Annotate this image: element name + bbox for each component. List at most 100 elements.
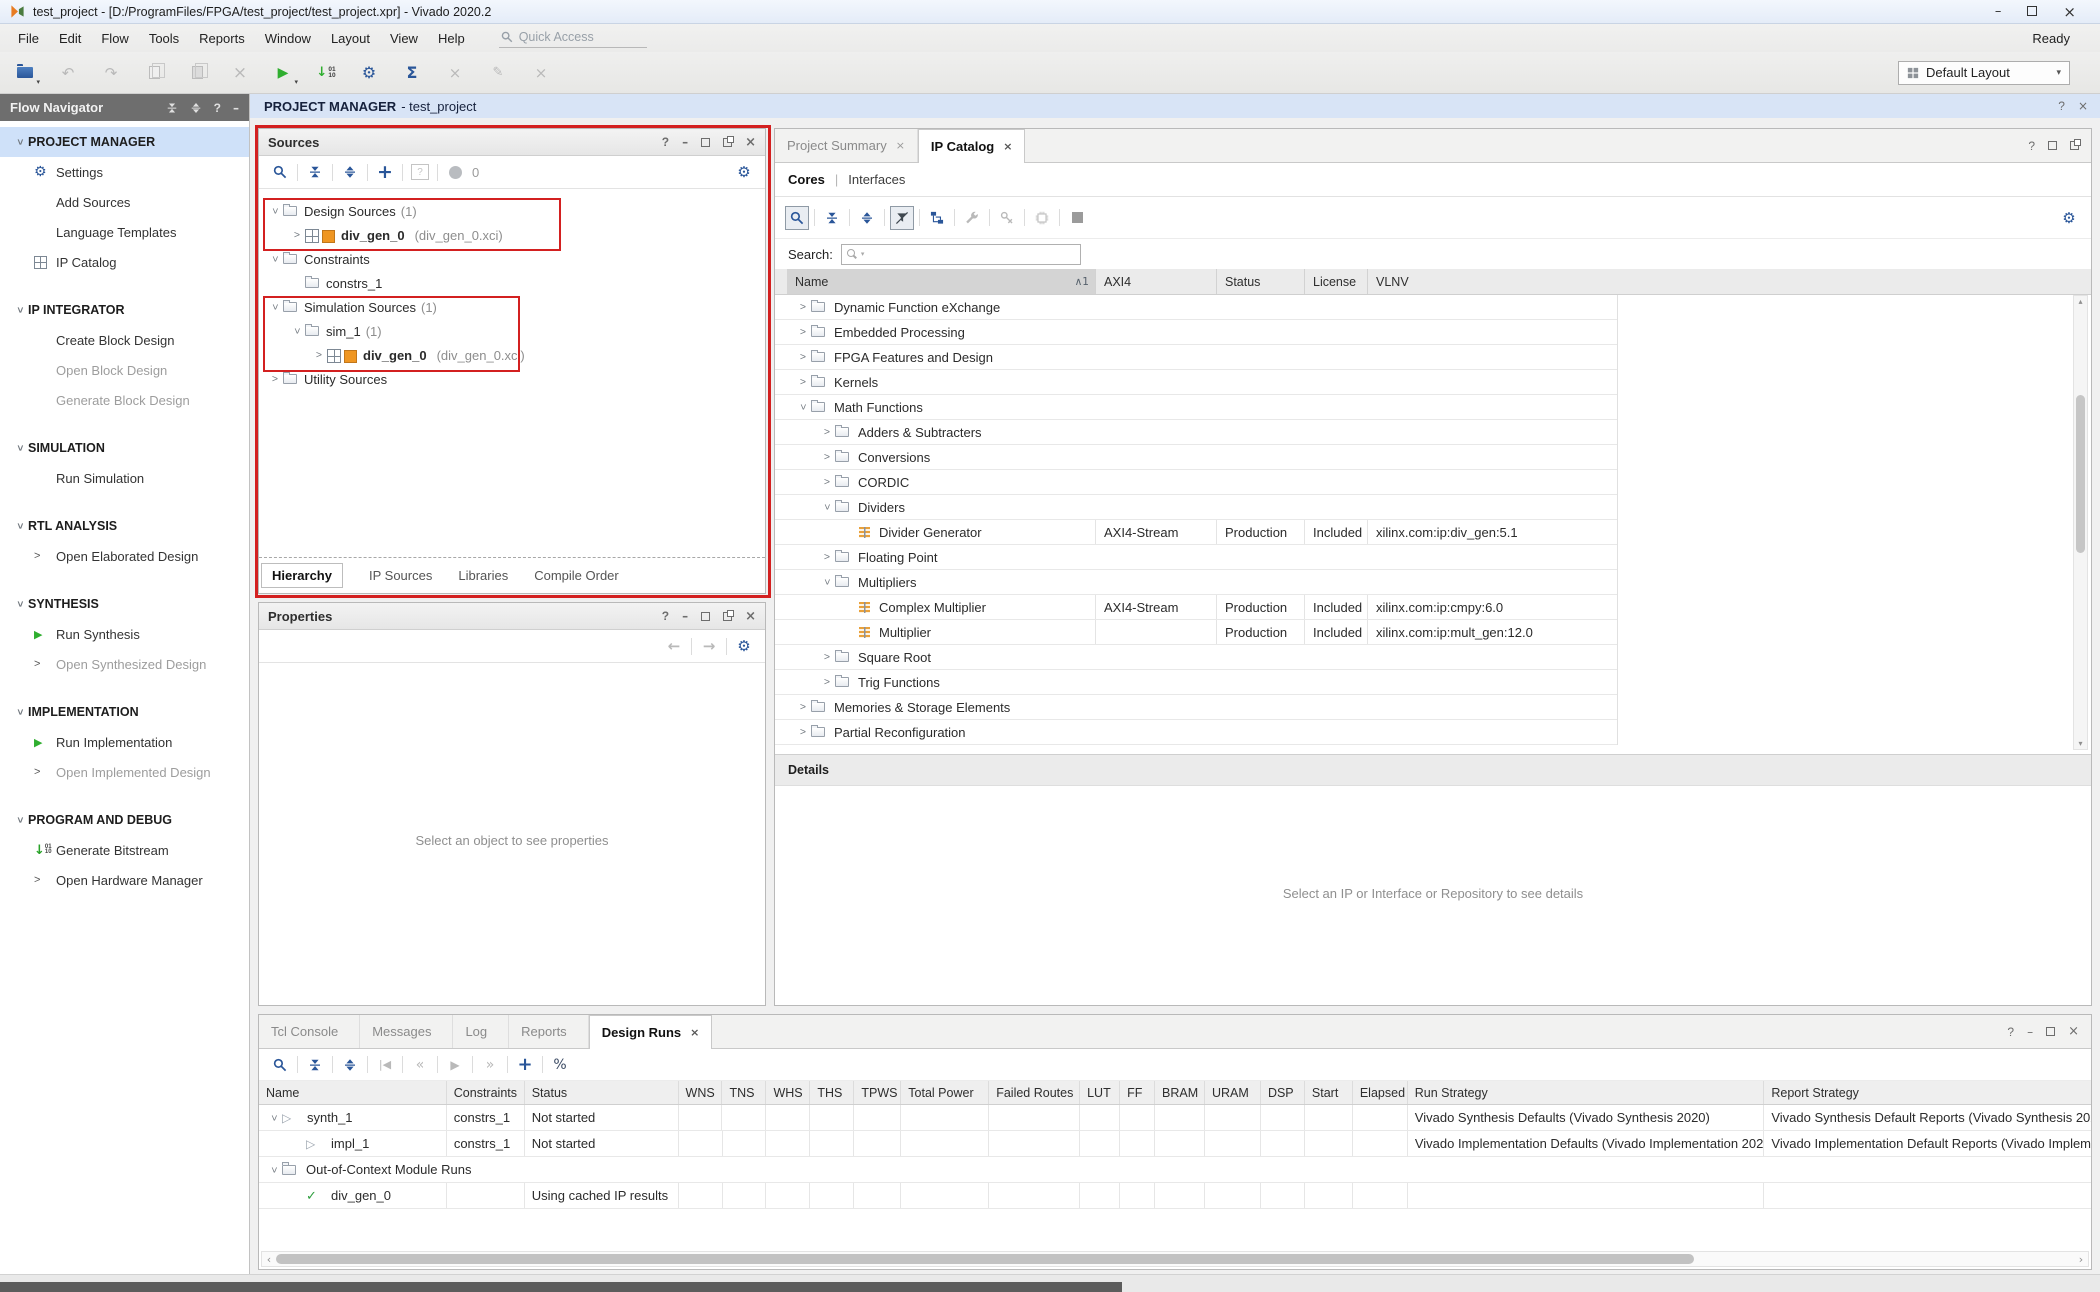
column-header[interactable]: Status xyxy=(525,1081,679,1104)
expand-all-button[interactable] xyxy=(338,160,362,184)
source-tree-row[interactable]: sim_1 (1) xyxy=(259,319,765,343)
run-button[interactable]: ▶▾ xyxy=(272,62,294,84)
collapse-all-button[interactable] xyxy=(303,160,327,184)
bottom-tab[interactable]: Tcl Console xyxy=(259,1015,360,1048)
menu-item[interactable]: Reports xyxy=(189,27,255,50)
help-icon[interactable]: ? xyxy=(2028,139,2035,153)
flow-navigator-entry[interactable]: Generate Bitstream xyxy=(0,835,249,865)
bottom-tab[interactable]: Design Runs × xyxy=(589,1015,713,1049)
catalog-tree-row[interactable]: Adders & Subtracters xyxy=(775,420,1617,445)
help-icon[interactable]: ? xyxy=(2058,99,2065,113)
back-button[interactable]: ← xyxy=(662,634,686,658)
flow-navigator-entry[interactable]: PROJECT MANAGER xyxy=(0,127,249,157)
maximize-icon[interactable] xyxy=(2046,1027,2055,1036)
flow-navigator-entry[interactable]: SYNTHESIS xyxy=(0,589,249,619)
license-key-button[interactable] xyxy=(995,206,1019,230)
catalog-tree-row[interactable]: Partial Reconfiguration xyxy=(775,720,1617,745)
horizontal-scrollbar[interactable]: ‹ › xyxy=(261,1251,2089,1267)
generate-bitstream-button[interactable]: ↓0110 xyxy=(315,62,337,84)
chevron-icon[interactable] xyxy=(289,325,305,337)
column-header[interactable]: TNS xyxy=(722,1081,766,1104)
menu-item[interactable]: Help xyxy=(428,27,475,50)
flow-navigator-entry[interactable]: IP INTEGRATOR xyxy=(0,295,249,325)
chevron-icon[interactable] xyxy=(267,373,283,385)
messages-badge[interactable] xyxy=(443,160,467,184)
flow-navigator-entry[interactable]: Open Block Design xyxy=(0,355,249,385)
chevron-icon[interactable] xyxy=(819,501,835,513)
close-icon[interactable]: × xyxy=(745,609,756,624)
column-header[interactable]: FF xyxy=(1120,1081,1155,1104)
chevron-icon[interactable] xyxy=(795,726,811,738)
flow-navigator-entry[interactable]: PROGRAM AND DEBUG xyxy=(0,805,249,835)
column-header[interactable]: BRAM xyxy=(1155,1081,1205,1104)
column-header[interactable]: DSP xyxy=(1261,1081,1305,1104)
catalog-tree-row[interactable]: CORDIC xyxy=(775,470,1617,495)
window-close-button[interactable]: × xyxy=(2063,3,2076,21)
flow-navigator-entry[interactable]: Open Synthesized Design xyxy=(0,649,249,679)
maximize-icon[interactable] xyxy=(701,612,710,621)
chevron-icon[interactable] xyxy=(266,1164,282,1176)
column-header[interactable]: Run Strategy xyxy=(1408,1081,1765,1104)
chevron-icon[interactable] xyxy=(819,551,835,563)
subtab-interfaces[interactable]: Interfaces xyxy=(848,172,905,187)
collapse-all-icon[interactable] xyxy=(166,102,178,114)
open-project-button[interactable]: ▾ xyxy=(14,62,36,84)
flow-navigator-entry[interactable]: Settings xyxy=(0,157,249,187)
chevron-icon[interactable] xyxy=(819,651,835,663)
flow-navigator-entry[interactable]: IMPLEMENTATION xyxy=(0,697,249,727)
flow-navigator-entry[interactable]: Run Simulation xyxy=(0,463,249,493)
column-header[interactable]: URAM xyxy=(1205,1081,1261,1104)
tab-close-icon[interactable]: × xyxy=(690,1026,699,1039)
chevron-icon[interactable] xyxy=(795,401,811,413)
float-icon[interactable] xyxy=(723,612,732,621)
column-header[interactable]: WHS xyxy=(766,1081,810,1104)
flow-navigator-entry[interactable]: Open Elaborated Design xyxy=(0,541,249,571)
scrollbar-thumb[interactable] xyxy=(2076,395,2085,553)
column-header[interactable]: Name xyxy=(259,1081,447,1104)
group-hierarchy-button[interactable] xyxy=(925,206,949,230)
tab-close-icon[interactable]: × xyxy=(896,139,905,152)
create-runs-button[interactable]: + xyxy=(513,1053,537,1077)
chevron-icon[interactable] xyxy=(819,676,835,688)
column-header[interactable]: Elapsed xyxy=(1353,1081,1408,1104)
minimize-icon[interactable]: – xyxy=(2027,1025,2033,1039)
report-sum-button[interactable]: Σ xyxy=(401,62,423,84)
chevron-icon[interactable] xyxy=(819,451,835,463)
scroll-up-icon[interactable]: ▴ xyxy=(2074,297,2087,306)
column-header-license[interactable]: License xyxy=(1305,269,1368,294)
column-header-name[interactable]: Name ∧1 xyxy=(787,269,1096,294)
column-header[interactable]: TPWS xyxy=(854,1081,901,1104)
chevron-icon[interactable] xyxy=(819,576,835,588)
flow-navigator-entry[interactable]: Open Hardware Manager xyxy=(0,865,249,895)
paste-button[interactable] xyxy=(186,62,208,84)
catalog-tree-row[interactable]: Multipliers xyxy=(775,570,1617,595)
column-header[interactable]: WNS xyxy=(679,1081,723,1104)
properties-disabled-button[interactable]: ? xyxy=(408,160,432,184)
flow-navigator-entry[interactable]: Add Sources xyxy=(0,187,249,217)
flow-navigator-entry[interactable]: Generate Block Design xyxy=(0,385,249,415)
add-sources-button[interactable]: + xyxy=(373,160,397,184)
scroll-down-icon[interactable]: ▾ xyxy=(2074,739,2087,748)
chevron-icon[interactable] xyxy=(795,326,811,338)
collapse-all-button[interactable] xyxy=(303,1053,327,1077)
sources-tab[interactable]: Hierarchy xyxy=(261,563,343,588)
catalog-tree-row[interactable]: Memories & Storage Elements xyxy=(775,695,1617,720)
catalog-search-input[interactable]: ▾ xyxy=(841,244,1081,265)
catalog-tree-row[interactable]: Multiplier Production Included xilinx.co… xyxy=(775,620,1617,645)
source-tree-row[interactable]: Constraints xyxy=(259,247,765,271)
vertical-scrollbar[interactable]: ▴ ▾ xyxy=(2073,295,2088,750)
quick-access-search[interactable]: Quick Access xyxy=(499,28,647,48)
abort-button[interactable]: × xyxy=(444,62,466,84)
chevron-icon[interactable] xyxy=(819,476,835,488)
catalog-tree-row[interactable]: Kernels xyxy=(775,370,1617,395)
column-header[interactable]: Failed Routes xyxy=(989,1081,1080,1104)
subtab-cores[interactable]: Cores xyxy=(788,172,825,187)
stop-button[interactable] xyxy=(1065,206,1089,230)
undo-button[interactable]: ↶ xyxy=(57,62,79,84)
menu-item[interactable]: Flow xyxy=(91,27,138,50)
help-icon[interactable]: ? xyxy=(214,101,221,115)
filter-incompatible-button[interactable] xyxy=(890,206,914,230)
scrollbar-thumb[interactable] xyxy=(276,1254,1694,1264)
window-minimize-button[interactable]: – xyxy=(1995,4,2002,19)
source-tree-row[interactable]: div_gen_0 (div_gen_0.xci) xyxy=(259,223,765,247)
